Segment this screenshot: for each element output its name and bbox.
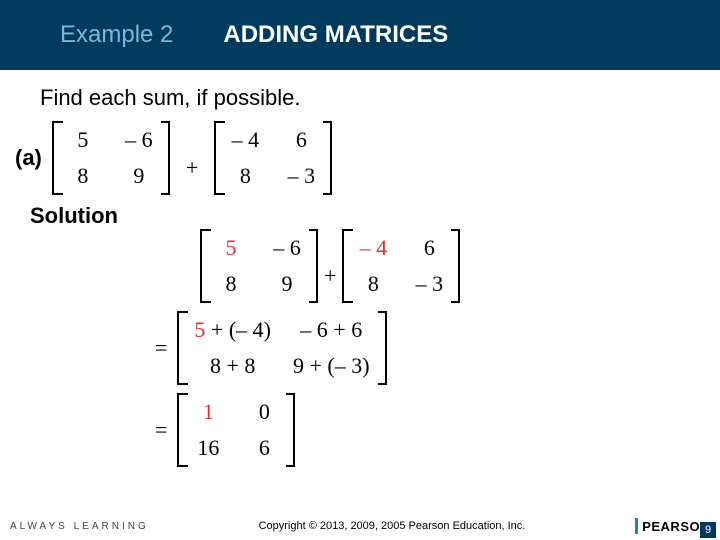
pearson-bar-icon	[635, 518, 638, 534]
step3-matrix: 1 0 16 6	[177, 393, 295, 467]
step-3: = 1 0 16 6	[0, 393, 720, 467]
cell: – 3	[287, 163, 315, 189]
step1-matrix-a: 5 – 6 8 9	[200, 229, 318, 303]
cell: 16	[194, 435, 222, 461]
slide-footer: ALWAYS LEARNING Copyright © 2013, 2009, …	[0, 512, 720, 540]
cell: 8	[217, 271, 245, 297]
cell: 9 + (– 3)	[293, 353, 370, 379]
cell: – 6 + 6	[293, 317, 370, 343]
matrix-b: – 4 6 8 – 3	[214, 121, 332, 195]
equals-sign: =	[155, 335, 177, 361]
slide-header: Example 2 ADDING MATRICES	[0, 0, 720, 70]
example-label: Example 2	[60, 21, 173, 49]
step-1: 5 – 6 8 9 + – 4 6 8 – 3	[0, 229, 720, 303]
cell: – 6	[125, 127, 153, 153]
cell: – 3	[415, 271, 443, 297]
solution-area: Solution	[0, 203, 720, 229]
cell: – 6	[273, 235, 301, 261]
plus-operator: +	[180, 155, 204, 181]
cell: 5	[69, 127, 97, 153]
slide-title: ADDING MATRICES	[223, 21, 448, 49]
step2-matrix: 5 + (– 4) – 6 + 6 8 + 8 9 + (– 3)	[177, 311, 386, 385]
cell: – 4	[359, 235, 387, 261]
instruction-text: Find each sum, if possible.	[0, 70, 720, 121]
slide-number: 9	[700, 522, 716, 538]
solution-steps: 5 – 6 8 9 + – 4 6 8 – 3 = 5 + (– 4) –	[0, 229, 720, 467]
plus-operator: +	[318, 263, 342, 289]
cell: 8	[69, 163, 97, 189]
cell: 1	[194, 399, 222, 425]
cell: 5 + (– 4)	[194, 317, 271, 343]
copyright-text: Copyright © 2013, 2009, 2005 Pearson Edu…	[149, 520, 635, 532]
cell: 6	[250, 435, 278, 461]
step-2: = 5 + (– 4) – 6 + 6 8 + 8 9 + (– 3)	[0, 311, 720, 385]
pearson-logo: PEARSON	[635, 518, 710, 534]
step1-matrix-b: – 4 6 8 – 3	[342, 229, 460, 303]
cell: – 4	[231, 127, 259, 153]
cell: 6	[415, 235, 443, 261]
always-learning-text: ALWAYS LEARNING	[10, 521, 149, 532]
cell: 5	[217, 235, 245, 261]
part-a-row: (a) 5 – 6 8 9 + – 4 6 8 – 3	[0, 121, 720, 195]
cell: 8	[231, 163, 259, 189]
equals-sign: =	[155, 417, 177, 443]
solution-label: Solution	[0, 203, 118, 229]
part-label: (a)	[15, 145, 42, 171]
cell: 8	[359, 271, 387, 297]
cell: 6	[287, 127, 315, 153]
cell: 8 + 8	[194, 353, 271, 379]
matrix-a: 5 – 6 8 9	[52, 121, 170, 195]
cell: 0	[250, 399, 278, 425]
cell: 9	[125, 163, 153, 189]
cell: 9	[273, 271, 301, 297]
